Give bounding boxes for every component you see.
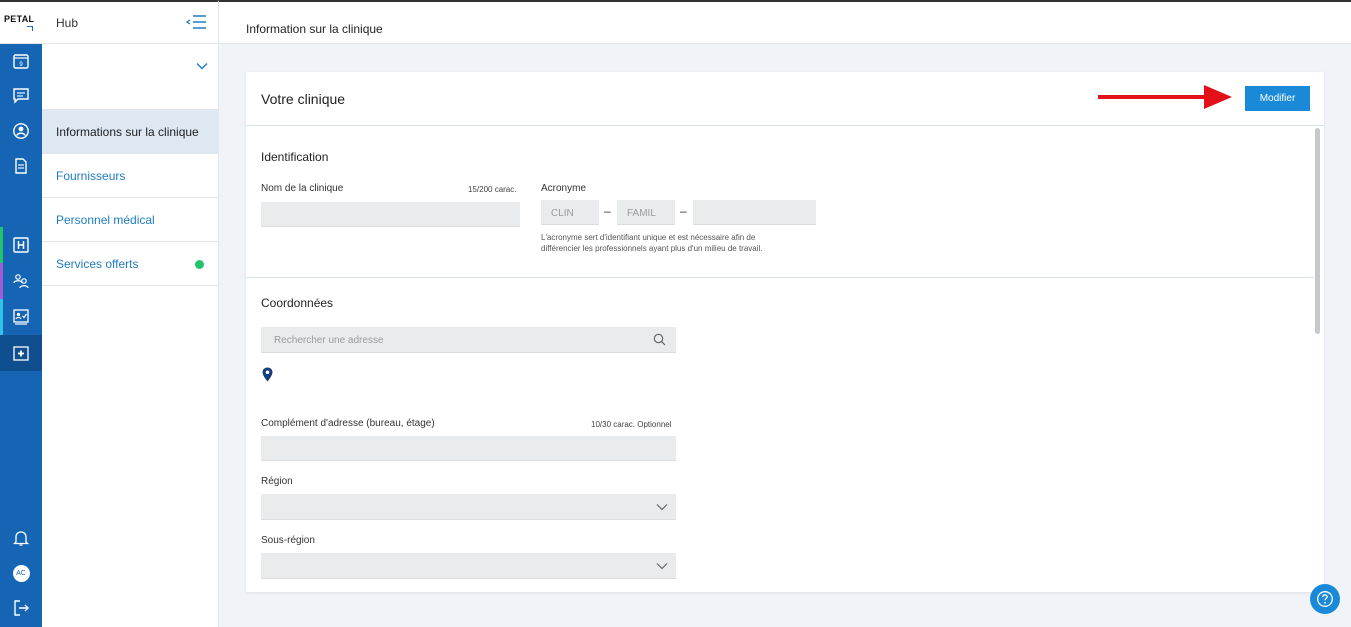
sidebar-item-services[interactable]: Services offerts [42,242,218,286]
acronym-help-line2: différencier les professionnels ayant pl… [541,244,763,253]
coordinates-section: Coordonnées Rechercher une adresse Compl… [246,279,1314,589]
address-complement-label: Complément d'adresse (bureau, étage) [261,418,435,429]
calendar-button[interactable]: 9 [0,44,42,78]
status-dot [195,260,204,269]
sidebar-item-label: Informations sur la clinique [56,124,199,139]
sidebar-item-fournisseurs[interactable]: Fournisseurs [42,154,218,198]
acronym-part1-field[interactable]: CLIN [541,200,599,225]
acronym-separator: – [604,204,611,218]
calendar-day: 9 [19,62,23,68]
address-complement-field[interactable] [261,436,676,461]
messages-button[interactable] [0,78,42,112]
logout-button[interactable] [0,591,42,625]
section-title-identification: Identification [261,150,329,164]
clinic-name-label: Nom de la clinique [261,183,344,194]
sidebar-item-personnel[interactable]: Personnel médical [42,198,218,242]
hub-title: Hub [56,16,79,30]
hub-header: Hub [42,0,219,44]
id-card-check-icon [13,309,29,325]
avatar: AC [12,564,30,582]
card-header: Votre clinique Modifier [246,72,1324,126]
chevron-down-icon [196,63,208,70]
region-label: Région [261,476,293,487]
sidebar-item-label: Personnel médical [56,212,155,227]
profile-button[interactable]: AC [0,556,42,590]
documents-button[interactable] [0,149,42,183]
address-search-placeholder: Rechercher une adresse [274,335,384,346]
map-pin-icon [262,367,273,382]
medical-case-icon [13,346,29,361]
modify-button[interactable]: Modifier [1245,86,1310,111]
subregion-label: Sous-région [261,535,315,546]
staff-review-button[interactable] [0,299,42,335]
address-search-input[interactable]: Rechercher une adresse [261,327,676,353]
sidebar: Informations sur la clinique Fournisseur… [42,44,219,627]
search-icon [653,333,666,346]
collapse-sidebar-icon[interactable] [186,14,208,30]
card-title: Votre clinique [261,91,346,107]
acronym-part3-field[interactable] [693,200,816,225]
acronym-part2-placeholder: FAMIL [627,208,656,219]
sidebar-item-label: Fournisseurs [56,168,126,183]
notifications-button[interactable] [0,521,42,555]
chevron-down-icon [656,504,668,511]
brand-mark-icon [27,26,33,31]
acronym-label: Acronyme [541,183,587,194]
avatar-initials: AC [16,569,26,577]
address-complement-counter: 10/30 carac. Optionnel [591,420,672,429]
team-icon [13,274,29,289]
chevron-down-icon [656,563,668,570]
clinic-name-field[interactable] [261,202,520,227]
brand-logo-area: PETAL [0,0,42,44]
clinic-card: Votre clinique Modifier Identification N… [246,72,1324,592]
identification-section: Identification Nom de la clinique 15/200… [246,126,1314,278]
hospital-icon [13,237,29,253]
clinic-button[interactable] [0,335,42,371]
page-title: Information sur la clinique [246,22,383,36]
top-bar: Information sur la clinique [219,0,1351,44]
clinic-name-counter: 15/200 carac. [468,185,517,194]
region-select[interactable] [261,494,676,520]
chat-icon [13,88,29,104]
patients-button[interactable] [0,114,42,148]
calendar-icon: 9 [13,54,29,69]
logout-icon [14,600,29,616]
subregion-select[interactable] [261,553,676,579]
hospital-button[interactable] [0,227,42,263]
red-arrow-icon [1098,85,1232,109]
sidebar-item-informations[interactable]: Informations sur la clinique [42,110,218,154]
sidebar-item-label: Services offerts [56,256,139,271]
brand-logo: PETAL [4,14,35,24]
user-circle-icon [13,123,29,139]
acronym-separator: – [680,204,687,218]
team-button[interactable] [0,263,42,299]
scrollbar[interactable] [1315,128,1320,334]
help-icon [1317,591,1333,607]
acronym-part1-placeholder: CLIN [551,208,574,219]
bell-icon [12,531,30,546]
clinic-selector[interactable] [42,44,218,110]
acronym-help-line1: L'acronyme sert d'identifiant unique et … [541,233,756,242]
section-title-coordinates: Coordonnées [261,296,334,310]
document-icon [15,158,27,174]
icon-rail: 9 AC [0,44,42,627]
help-button[interactable] [1310,584,1340,614]
acronym-part2-field[interactable]: FAMIL [617,200,675,225]
